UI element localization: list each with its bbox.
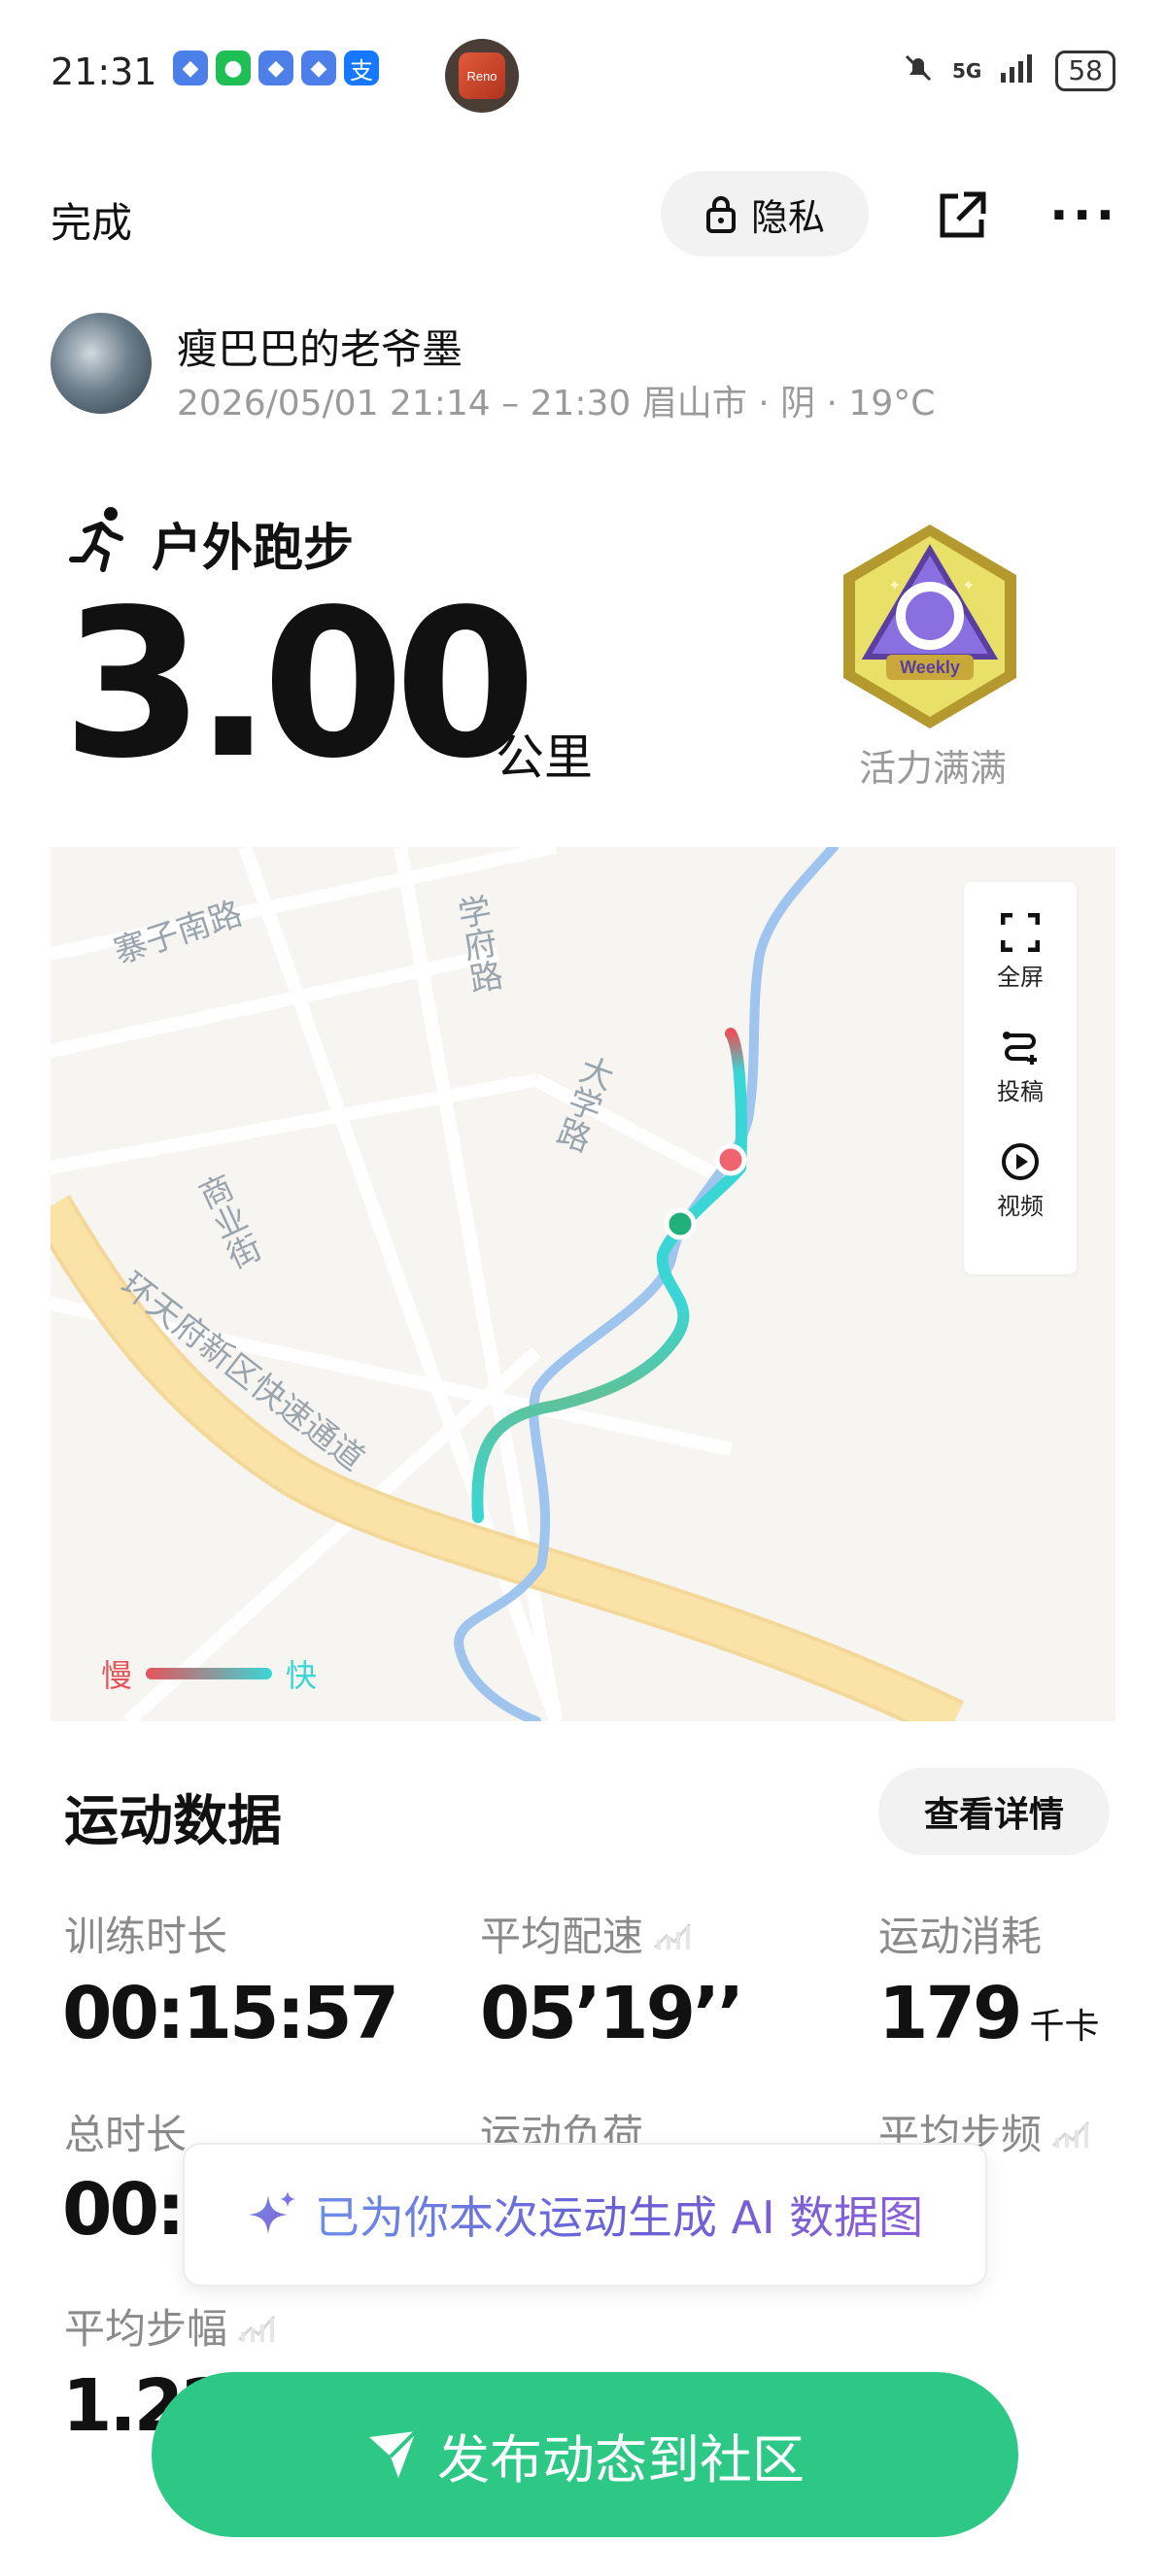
- svg-text:✦: ✦: [962, 576, 975, 594]
- map-tools-panel: 全屏 投稿 视频: [964, 882, 1077, 1274]
- activity-meta: 2026/05/01 21:14 – 21:30 眉山市 · 阴 · 19°C: [177, 384, 936, 424]
- send-icon: [369, 2429, 418, 2478]
- end-marker: [714, 1143, 747, 1176]
- legend-gradient: [146, 1668, 273, 1679]
- app-notification-icon: ◆: [173, 51, 208, 85]
- lock-icon: [705, 196, 736, 233]
- route-map[interactable]: 寨子南路 学府路 大学路 商业街 环天府新区快速通道 全屏 投稿 视频 慢 快: [51, 847, 1115, 1721]
- ai-chart-banner[interactable]: 已为你本次运动生成 AI 数据图: [183, 2143, 987, 2287]
- notification-icons: ◆ ● ◆ ◆ 支: [173, 51, 379, 85]
- wechat-icon: ●: [216, 51, 251, 85]
- start-marker: [664, 1207, 697, 1240]
- app-notification-icon: ◆: [258, 51, 293, 85]
- running-icon: [69, 507, 123, 572]
- stat-label[interactable]: 平均步幅: [64, 2296, 276, 2356]
- share-icon[interactable]: [935, 188, 989, 243]
- trend-chart-icon: [1051, 2120, 1090, 2148]
- fullscreen-button[interactable]: 全屏: [964, 913, 1077, 992]
- stat-value: 179 千卡: [878, 1972, 1100, 2055]
- sparkle-icon: [248, 2191, 295, 2234]
- road-label: 寨子南路: [109, 894, 247, 971]
- video-button[interactable]: 视频: [964, 1142, 1077, 1221]
- weekly-badge-icon[interactable]: Weekly ✦ ✦: [838, 521, 1022, 732]
- legend-fast: 快: [286, 1657, 318, 1694]
- stat-value: 05’19’’: [480, 1972, 744, 2055]
- speed-legend: 慢 快: [101, 1651, 317, 1696]
- badge-label: 活力满满: [858, 747, 1007, 790]
- stat-label: 训练时长: [64, 1913, 228, 1960]
- road-label: 学府路: [449, 892, 504, 996]
- road-label: 商业街: [189, 1169, 265, 1274]
- ai-banner-text: 已为你本次运动生成 AI 数据图: [315, 2183, 923, 2247]
- signal-icon: [999, 51, 1038, 91]
- publish-to-community-button[interactable]: 发布动态到社区: [152, 2372, 1018, 2537]
- system-icons: 5G 58: [902, 51, 1115, 91]
- legend-slow: 慢: [101, 1657, 133, 1694]
- stat-unit: 千卡: [1029, 2007, 1100, 2047]
- submit-button[interactable]: 投稿: [964, 1028, 1077, 1106]
- svg-text:✦: ✦: [888, 576, 901, 594]
- section-title: 运动数据: [64, 1790, 282, 1853]
- mute-icon: [902, 51, 935, 91]
- distance-value: 3.00: [62, 565, 536, 803]
- publish-label: 发布动态到社区: [437, 2428, 805, 2491]
- route-submit-icon: [1003, 1032, 1037, 1065]
- user-name: 瘦巴巴的老爷墨: [177, 325, 463, 373]
- fullscreen-icon: [1001, 913, 1040, 952]
- network-label: 5G: [952, 59, 982, 83]
- view-details-button[interactable]: 查看详情: [878, 1768, 1110, 1855]
- stat-label[interactable]: 平均配速: [480, 1904, 692, 1963]
- play-icon: [1002, 1143, 1039, 1180]
- floating-app-icon[interactable]: Reno: [445, 39, 519, 113]
- alipay-icon: 支: [344, 51, 379, 85]
- battery-indicator: 58: [1055, 51, 1115, 91]
- stat-value: 00:15:57: [62, 1972, 399, 2055]
- stat-label: 总时长: [64, 2111, 188, 2158]
- privacy-button[interactable]: 隐私: [661, 171, 869, 256]
- privacy-label: 隐私: [750, 195, 825, 239]
- trend-chart-icon: [653, 1922, 692, 1949]
- status-time: 21:31: [51, 51, 157, 93]
- stat-label: 运动消耗: [878, 1913, 1043, 1960]
- app-notification-icon: ◆: [301, 51, 336, 85]
- road-label: 大学路: [547, 1049, 618, 1156]
- distance-unit: 公里: [496, 729, 593, 786]
- more-options-icon[interactable]: ···: [1049, 190, 1118, 241]
- badge-text: Weekly: [900, 658, 960, 677]
- done-button[interactable]: 完成: [51, 190, 132, 250]
- trend-chart-icon: [237, 2315, 276, 2342]
- avatar[interactable]: [51, 313, 152, 414]
